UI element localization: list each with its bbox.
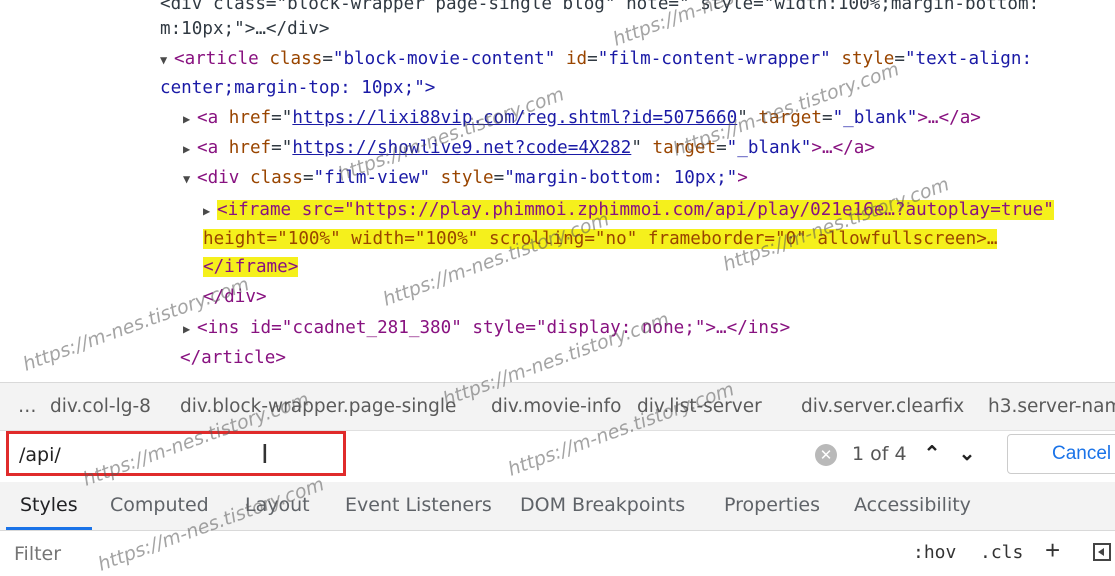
tree-line-div-close[interactable]: </div> — [203, 283, 267, 311]
active-tab-indicator — [6, 527, 92, 530]
breadcrumb-item[interactable]: div.block-wrapper.page-single — [180, 396, 456, 417]
previous-match-button[interactable]: ⌃ — [915, 435, 949, 471]
highlighted-match-text: <iframe src="https://play.phimmoi.zphimm… — [217, 200, 1054, 220]
sidebar-toggle-icon[interactable] — [1093, 543, 1111, 561]
expand-right-icon[interactable]: ▶ — [203, 197, 217, 225]
tab-layout[interactable]: Layout — [245, 494, 310, 516]
cancel-button[interactable]: Cancel — [1007, 434, 1115, 474]
tab-event-listeners[interactable]: Event Listeners — [345, 494, 492, 516]
attr-value: "film-content-wrapper" — [597, 49, 831, 69]
tree-line-article-close[interactable]: </article> — [180, 344, 286, 372]
expand-down-icon[interactable]: ▼ — [183, 165, 197, 193]
attr-name: id — [565, 49, 588, 69]
attr-name: class — [269, 49, 323, 69]
expand-right-icon[interactable]: ▶ — [183, 315, 197, 343]
breadcrumb-item[interactable]: div.movie-info — [491, 396, 621, 417]
tab-accessibility[interactable]: Accessibility — [854, 494, 971, 516]
breadcrumb-ellipsis[interactable]: … — [18, 396, 37, 417]
attr-name: href — [228, 108, 272, 128]
next-match-button[interactable]: ⌄ — [950, 435, 984, 471]
tab-computed[interactable]: Computed — [110, 494, 209, 516]
highlighted-match-text: </iframe> — [203, 257, 299, 277]
attr-value: "margin-bottom: 10px;" — [504, 168, 738, 188]
filter-input[interactable] — [12, 539, 416, 569]
attr-value: center;margin-top: 10px;"> — [160, 78, 436, 98]
breadcrumb-item[interactable]: div.list-server — [637, 396, 762, 417]
elements-tree: <div class="block-wrapper page-single bl… — [0, 0, 1115, 382]
tree-node-film-view[interactable]: ▼ <div class="film-view" style="margin-bo… — [183, 164, 748, 192]
tree-node-ins[interactable]: ▶ <ins id="ccadnet_281_380" style="displa… — [183, 314, 790, 342]
href-link[interactable]: https://lixi88vip.com/reg.shtml?id=50756… — [292, 108, 737, 128]
search-bar: I ✕ 1 of 4 ⌃ ⌄ Cancel — [0, 430, 1115, 483]
attr-value: "_blank" — [726, 138, 812, 158]
attr-value: "_blank" — [832, 108, 918, 128]
attr-name: style — [841, 49, 895, 69]
tree-line-article-cont[interactable]: center;margin-top: 10px;"> — [160, 74, 435, 102]
highlighted-match-text: height="100%" width="100%" scrolling="no… — [203, 229, 998, 249]
attr-name: class — [249, 168, 303, 188]
tag-name: <div — [197, 168, 240, 188]
hover-state-button[interactable]: :hov — [913, 542, 956, 563]
tag-tail: >…</a> — [917, 108, 981, 128]
clear-search-icon[interactable]: ✕ — [815, 444, 837, 466]
search-box-highlight: I — [6, 431, 346, 476]
expand-right-icon[interactable]: ▶ — [183, 135, 197, 163]
href-link[interactable]: https://showlive9.net?code=4X282 — [292, 138, 631, 158]
tree-line-iframe-close[interactable]: </iframe> — [203, 253, 299, 281]
search-input[interactable] — [17, 439, 341, 471]
text-cursor-icon: I — [261, 440, 269, 470]
attr-name: target — [758, 108, 822, 128]
tree-node-a-link1[interactable]: ▶ <a href="https://lixi88vip.com/reg.shtm… — [183, 104, 981, 132]
tree-node-article[interactable]: ▼ <article class="block-movie-content" id… — [160, 45, 1032, 73]
attr-name: target — [652, 138, 717, 158]
breadcrumb: … div.col-lg-8 div.block-wrapper.page-si… — [0, 382, 1115, 430]
breadcrumb-item[interactable]: h3.server-name — [988, 396, 1115, 417]
tag-name: </div> — [203, 287, 267, 307]
chevron-up-icon: ⌃ — [923, 442, 941, 465]
tree-node-iframe[interactable]: ▶ <iframe src="https://play.phimmoi.zphim… — [203, 196, 1054, 224]
match-count: 1 of 4 — [852, 443, 907, 465]
attr-value: "film-view" — [313, 168, 431, 188]
attr-name: href — [228, 138, 272, 158]
breadcrumb-item[interactable]: div.col-lg-8 — [50, 396, 151, 417]
tag-tail: > — [737, 168, 748, 188]
attr-name: style — [440, 168, 494, 188]
tree-line-text: m:10px;">…</div> — [160, 19, 330, 39]
tree-line-iframe-attrs[interactable]: height="100%" width="100%" scrolling="no… — [203, 225, 998, 253]
attr-value: "block-movie-content" — [332, 49, 556, 69]
expand-down-icon[interactable]: ▼ — [160, 46, 174, 74]
tab-dom-breakpoints[interactable]: DOM Breakpoints — [520, 494, 685, 516]
tree-line-div-close[interactable]: m:10px;">…</div> — [160, 15, 329, 43]
styles-filter-bar: :hov .cls + — [0, 531, 1115, 575]
class-toggle-button[interactable]: .cls — [980, 542, 1023, 563]
new-style-rule-button[interactable]: + — [1045, 535, 1060, 566]
tag-name: <ins id="ccadnet_281_380" style="display… — [197, 318, 791, 338]
panel-tabs: Styles Computed Layout Event Listeners D… — [0, 482, 1115, 531]
tag-name: </article> — [180, 348, 286, 368]
expand-right-icon[interactable]: ▶ — [183, 105, 197, 133]
tag-name: <a — [197, 108, 219, 128]
chevron-down-icon: ⌄ — [958, 442, 976, 465]
tree-node-a-link2[interactable]: ▶ <a href="https://showlive9.net?code=4X2… — [183, 134, 875, 162]
tag-name: <article — [174, 49, 259, 69]
tab-properties[interactable]: Properties — [724, 494, 820, 516]
tree-line-text: <div class="block-wrapper page-single bl… — [160, 0, 1040, 14]
tag-tail: >…</a> — [811, 138, 875, 158]
tag-name: <a — [197, 138, 219, 158]
breadcrumb-item[interactable]: div.server.clearfix — [801, 396, 964, 417]
tab-styles[interactable]: Styles — [20, 494, 78, 516]
attr-value: "text-align: — [904, 49, 1033, 69]
